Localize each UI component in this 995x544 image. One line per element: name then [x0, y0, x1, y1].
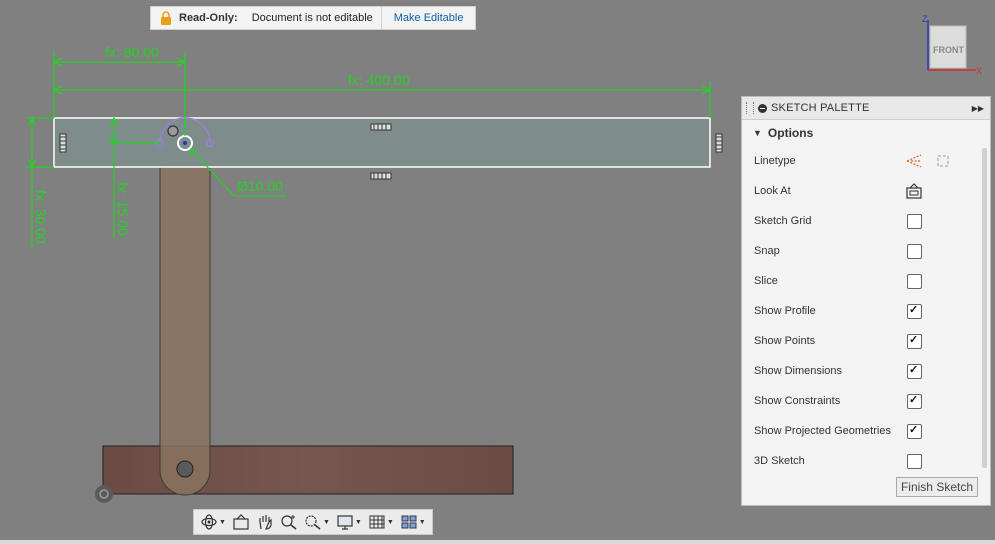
dimension-400-label[interactable]: fx: 400.00: [348, 72, 410, 88]
option-label: Show Constraints: [754, 395, 841, 407]
zoom-button[interactable]: [277, 511, 301, 533]
expand-arrow-icon[interactable]: ▶▶: [972, 104, 990, 113]
grid-settings-button[interactable]: ▼: [365, 511, 397, 533]
display-settings-button[interactable]: ▼: [333, 511, 365, 533]
viewcube[interactable]: Z X FRONT: [918, 12, 990, 78]
option-label: Slice: [754, 275, 778, 287]
zoom-icon: [281, 515, 297, 530]
option-linetype: Linetype: [742, 146, 990, 176]
viewports-icon: [401, 515, 417, 529]
option-label: Show Profile: [754, 305, 816, 317]
dimension-80-label[interactable]: fx: 80.00: [105, 44, 159, 60]
link-body[interactable]: [159, 142, 211, 496]
constraint-glyph-bottom[interactable]: [370, 172, 392, 180]
options-section-header[interactable]: ▼ Options: [742, 120, 990, 146]
option-label: Show Dimensions: [754, 365, 843, 377]
sketch-palette: SKETCH PALETTE ▶▶ ▼ Options Linetype Loo…: [741, 96, 991, 506]
palette-header[interactable]: SKETCH PALETTE ▶▶: [742, 97, 990, 120]
caret-down-icon[interactable]: ▼: [323, 519, 330, 526]
look-at-icon: [233, 514, 249, 530]
option-label: 3D Sketch: [754, 455, 805, 467]
option-label: Look At: [754, 185, 791, 197]
snap-checkbox[interactable]: [907, 244, 922, 259]
look-at-button[interactable]: [229, 511, 253, 533]
centerline-linetype-icon[interactable]: [935, 153, 951, 169]
caret-down-icon[interactable]: ▼: [753, 128, 762, 138]
option-label: Snap: [754, 245, 780, 257]
palette-title: SKETCH PALETTE: [771, 102, 870, 114]
collapse-icon[interactable]: [758, 103, 767, 113]
3d-sketch-checkbox[interactable]: [907, 454, 922, 469]
origin-marker[interactable]: [95, 485, 113, 503]
dimension-30-label[interactable]: fx: 30.00: [33, 190, 49, 244]
option-label: Show Points: [754, 335, 816, 347]
option-3d-sketch: 3D Sketch: [742, 446, 990, 476]
show-projected-geometries-checkbox[interactable]: [907, 423, 922, 439]
option-show-dimensions: Show Dimensions: [742, 356, 990, 386]
coincident-marker[interactable]: [167, 125, 179, 137]
read-only-message: Document is not editable: [251, 12, 373, 24]
link-bottom-hole[interactable]: [176, 460, 194, 478]
fit-icon: [305, 515, 321, 530]
options-section-label: Options: [767, 126, 814, 140]
construction-linetype-icon[interactable]: [905, 152, 923, 170]
grid-icon: [369, 515, 385, 529]
show-dimensions-checkbox[interactable]: [907, 363, 922, 379]
option-look-at: Look At: [742, 176, 990, 206]
dimension-15-label[interactable]: fx: 15.00: [115, 182, 131, 236]
pivot-center-point[interactable]: [183, 141, 187, 145]
show-constraints-checkbox[interactable]: [907, 393, 922, 409]
option-label: Sketch Grid: [754, 215, 812, 227]
viewcube-face-label: FRONT: [933, 45, 964, 55]
option-slice: Slice: [742, 266, 990, 296]
palette-scrollbar[interactable]: [982, 148, 987, 468]
caret-down-icon[interactable]: ▼: [419, 519, 426, 526]
status-strip: [0, 540, 995, 544]
read-only-banner: Read-Only: Document is not editable Make…: [150, 6, 477, 30]
constraint-glyph-top[interactable]: [370, 123, 392, 131]
read-only-section: Read-Only: Document is not editable: [151, 7, 381, 29]
option-show-points: Show Points: [742, 326, 990, 356]
show-points-checkbox[interactable]: [907, 333, 922, 349]
sketch-grid-checkbox[interactable]: [907, 214, 922, 229]
caret-down-icon[interactable]: ▼: [219, 519, 226, 526]
navigation-toolbar: ▼ ▼ ▼ ▼ ▼: [193, 509, 433, 535]
grip-handle-icon[interactable]: [746, 102, 754, 114]
option-show-profile: Show Profile: [742, 296, 990, 326]
option-label: Linetype: [754, 155, 796, 167]
pan-button[interactable]: [253, 511, 277, 533]
constraint-glyph-right[interactable]: [715, 133, 723, 153]
option-label: Show Projected Geometries: [754, 425, 891, 437]
viewcube-axis-x: X: [976, 66, 982, 76]
option-sketch-grid: Sketch Grid: [742, 206, 990, 236]
options-list: Linetype Look At Sketch Grid Snap Slice …: [742, 146, 990, 480]
look-at-icon[interactable]: [905, 183, 923, 199]
display-icon: [337, 515, 353, 530]
make-editable-button[interactable]: Make Editable: [380, 7, 476, 29]
option-show-constraints: Show Constraints: [742, 386, 990, 416]
orbit-button[interactable]: ▼: [197, 511, 229, 533]
viewports-button[interactable]: ▼: [397, 511, 429, 533]
read-only-title: Read-Only:: [179, 12, 238, 24]
option-snap: Snap: [742, 236, 990, 266]
pan-icon: [259, 515, 272, 530]
caret-down-icon[interactable]: ▼: [387, 519, 394, 526]
orbit-icon: [201, 514, 217, 530]
viewcube-axis-z: Z: [922, 14, 928, 24]
lock-icon: [161, 11, 171, 25]
show-profile-checkbox[interactable]: [907, 303, 922, 319]
fit-button[interactable]: ▼: [301, 511, 333, 533]
constraint-glyph-left[interactable]: [59, 133, 67, 153]
option-show-projected-geometries: Show Projected Geometries: [742, 416, 990, 446]
caret-down-icon[interactable]: ▼: [355, 519, 362, 526]
finish-sketch-button[interactable]: Finish Sketch: [895, 477, 978, 497]
slice-checkbox[interactable]: [907, 274, 922, 289]
dimension-diameter-label[interactable]: Ø10.00: [237, 178, 283, 194]
